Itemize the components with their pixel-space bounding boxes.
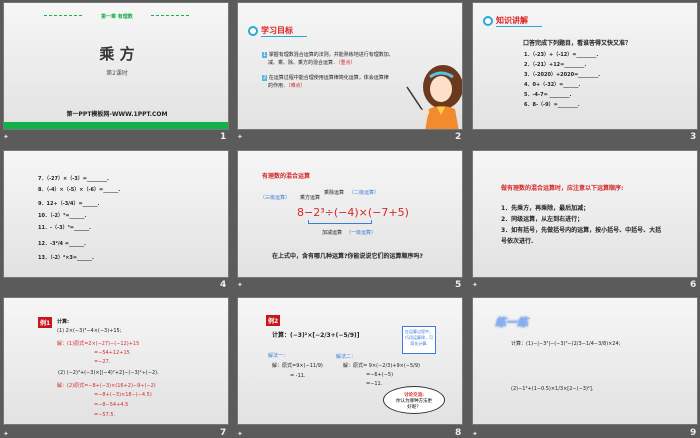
animation-icon[interactable]: ✦: [237, 133, 243, 141]
solution-line: =−8−54+4.5: [94, 402, 129, 408]
practice-heading: 练一练: [495, 316, 528, 329]
label-power: 乘方运算: [300, 195, 321, 201]
question: 8．（-4）×（-5）×（-6）=______.: [38, 187, 121, 193]
slide-number: 9: [690, 428, 697, 438]
question: 1．（-23）+（-12）=________.: [524, 52, 599, 58]
slide-heading: 做有理数的混合运算时，应注意以下运算顺序:: [501, 185, 624, 192]
animation-icon[interactable]: ✦: [3, 430, 9, 438]
slide-thumbnail-7[interactable]: 例1 计算: (1) 2×(−3)³−4×(−3)+15; 解：(1)原式=2×…: [3, 297, 229, 425]
bracket: [308, 220, 372, 224]
label-muldiv: 乘除运算: [324, 190, 345, 196]
method-2-label: 解法二：: [336, 354, 357, 360]
question: 4．0+（-32）=______.: [524, 82, 581, 88]
question: 11．-（-3）³=______.: [38, 225, 91, 231]
slide-thumbnail-3[interactable]: 知识讲解 口答完成下列题目，看谁答得又快又准？ 1．（-23）+（-12）=__…: [472, 2, 698, 130]
slide-thumbnail-1[interactable]: 第一章 有理数 乘 方 第2课时 第一PPT模板网-WWW.1PPT.COM: [3, 2, 229, 130]
question: 6．8-（-9）=________.: [524, 102, 580, 108]
slide-thumbnail-9[interactable]: 练一练 计算：(1)−|−3²|−(−3)³−(2/3−1/4−3/8)×24;…: [472, 297, 698, 425]
example-badge: 例2: [266, 315, 281, 326]
question: 10．（-2）³=______.: [38, 213, 87, 219]
question: 2．（-21）+12=________.: [524, 62, 587, 68]
example-badge: 例1: [38, 317, 53, 328]
slide-number: 2: [455, 132, 462, 142]
slide-number: 6: [690, 280, 697, 290]
slide-thumbnail-4[interactable]: 7．（-27）×（-3）=________. 8．（-4）×（-5）×（-6）=…: [3, 150, 229, 278]
animation-icon[interactable]: ✦: [472, 281, 478, 289]
slide-number: 3: [690, 132, 697, 142]
prompt: 口答完成下列题目，看谁答得又快又准？: [523, 40, 632, 47]
slide-number: 7: [220, 428, 227, 438]
animation-icon[interactable]: ✦: [3, 133, 9, 141]
solution-line: 解：(2)原式=−8+(−3)×(16+2)−9÷(−2): [57, 383, 156, 389]
question-1: (1) 2×(−3)³−4×(−3)+15;: [57, 328, 122, 334]
circle-icon: [483, 16, 493, 26]
question-1: 计算：(1)−|−3²|−(−3)³−(2/3−1/4−3/8)×24;: [511, 341, 621, 347]
chapter-header: 第一章 有理数: [101, 14, 133, 20]
solution-line: =−8+(−3)×18−(−4.5): [94, 392, 152, 398]
solution-line: =−6+(−5): [366, 372, 394, 378]
method-1-label: 解法一：: [268, 353, 289, 359]
rule: 3．如有括号，先做括号内的运算，按小括号、中括号、大括: [501, 227, 662, 234]
section-header: 知识讲解: [483, 15, 542, 27]
slide-number: 5: [455, 280, 462, 290]
question: 9．12÷（-3/4）=______.: [38, 201, 100, 207]
slide-title: 乘 方: [99, 45, 135, 63]
question-2: (2) (−2)³+(−3)×[(−4)²+2]−(−3)²÷(−2).: [58, 370, 159, 376]
animation-icon[interactable]: ✦: [237, 430, 243, 438]
label-addsub: 加减运算: [322, 230, 343, 236]
question: 3．（-2020）+2020=________.: [524, 72, 601, 78]
slide-footer: 第一PPT模板网-WWW.1PPT.COM: [66, 111, 168, 118]
solution-line: 解：原式= 9×(−2/3)+9×(−5/9): [343, 363, 420, 369]
solution-line: =−27.: [94, 359, 111, 365]
objective-1: 1 掌握有理数混合运算的法则，并能熟练地进行有理数加、: [262, 52, 394, 58]
objective-2-cont: 的作用．（难点）: [268, 83, 306, 89]
thought-text: 你认为哪种方法更好呢？: [396, 399, 432, 410]
calc-label: 计算:: [57, 319, 69, 325]
solution-line: 解：原式=9×(−11/9): [272, 363, 323, 369]
expression: 8−2³÷(−4)×(−7+5): [297, 206, 409, 219]
slide-thumbnail-6[interactable]: 做有理数的混合运算时，应注意以下运算顺序: 1．先乘方，再乘除，最后加减； 2．…: [472, 150, 698, 278]
question: 13．（-2）²×3=______.: [38, 255, 94, 261]
slide-number: 1: [220, 132, 227, 142]
label-level2: （二级运算）: [349, 190, 380, 196]
green-bar: [4, 122, 228, 129]
question: 7．（-27）×（-3）=________.: [38, 176, 109, 182]
solution-line: =−11.: [366, 381, 383, 387]
question: 5．-4-7= ________.: [524, 92, 572, 98]
slide-thumbnail-8[interactable]: 例2 计算：(−3)²×[−2/3+(−5/9)] 解法一： 解：原式=9×(−…: [237, 297, 463, 425]
divider: [151, 15, 189, 16]
slide-number: 4: [220, 280, 227, 290]
objective-1-cont: 减、乘、除、乘方的混合运算．（重点）: [268, 60, 356, 66]
section-header: 学习目标: [248, 25, 307, 37]
solution-line: =−57.5.: [94, 412, 116, 418]
solution-line: =−54+12+15: [94, 350, 130, 356]
animation-icon[interactable]: ✦: [472, 430, 478, 438]
callout-box: 在运算过程中，巧用运算律，可简化计算.: [402, 326, 436, 354]
slide-thumbnail-5[interactable]: 有理数的混合运算 （三级运算） 乘方运算 乘除运算 （二级运算） 8−2³÷(−…: [237, 150, 463, 278]
label-level1: （一级运算）: [346, 230, 377, 236]
divider: [44, 15, 82, 16]
rule: 2．同级运算，从左到右进行；: [501, 216, 584, 223]
teacher-illustration: [406, 65, 462, 129]
slide-subtitle: 第2课时: [106, 70, 128, 77]
thought-bubble: 讨论交流: 你认为哪种方法更好呢？: [383, 386, 445, 414]
label-level3: （三级运算）: [260, 195, 291, 201]
slide-thumbnail-2[interactable]: 学习目标 1 掌握有理数混合运算的法则，并能熟练地进行有理数加、 减、乘、除、乘…: [237, 2, 463, 130]
rule: 号依次进行.: [501, 238, 534, 245]
rule: 1．先乘方，再乘除，最后加减；: [501, 205, 590, 212]
circle-icon: [248, 26, 258, 36]
objective-2: 2 在运算过程中能合理使用运算律简化运算，体会运算律: [262, 75, 389, 81]
question-2: (2)−1⁴+(1−0.5)×1/3×[2−(−3)²].: [511, 386, 594, 392]
question: 12．-3²/4 =______.: [38, 241, 86, 247]
solution-line: 解：(1)原式=2×(−27)−(−12)+15: [57, 341, 140, 347]
problem: 计算：(−3)²×[−2/3+(−5/9)]: [272, 332, 360, 339]
question: 在上式中，含有哪几种运算?你能说说它们的运算顺序吗?: [272, 253, 423, 260]
solution-line: = -11.: [290, 373, 306, 379]
animation-icon[interactable]: ✦: [237, 281, 243, 289]
slide-heading: 有理数的混合运算: [262, 173, 311, 180]
slide-number: 8: [455, 428, 462, 438]
